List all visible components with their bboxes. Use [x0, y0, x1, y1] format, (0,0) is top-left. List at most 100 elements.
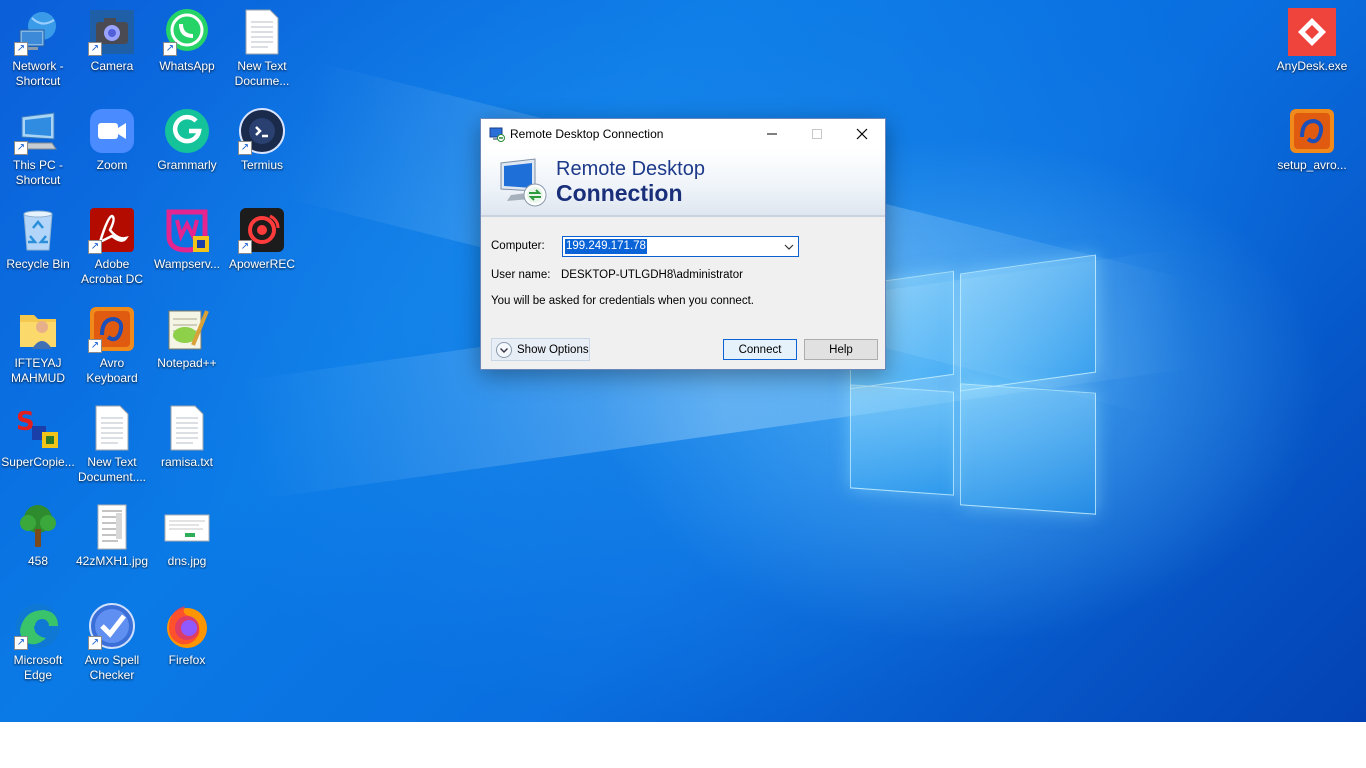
desktop-icon-termius[interactable]: ↗ Termius — [224, 101, 300, 197]
shortcut-arrow-icon: ↗ — [14, 636, 28, 650]
icon-label: Avro Spell Checker — [84, 653, 140, 682]
icon-label: ApowerREC — [228, 257, 296, 271]
desktop-icon-apowerrec[interactable]: ↗ ApowerREC — [224, 200, 300, 296]
text-file-icon — [163, 404, 211, 452]
desktop-icon-zoom[interactable]: Zoom — [74, 101, 150, 197]
desktop-icon-avro-spell-checker[interactable]: ↗ Avro Spell Checker — [74, 596, 150, 692]
banner-title-line2: Connection — [556, 180, 683, 206]
edge-icon: ↗ — [14, 602, 62, 650]
desktop-icon-edge[interactable]: ↗ Microsoft Edge — [0, 596, 76, 692]
icon-label: Grammarly — [157, 158, 217, 172]
icon-label: Termius — [240, 158, 283, 172]
wampserver-icon — [163, 206, 211, 254]
desktop-icon-avro-keyboard[interactable]: ↗ Avro Keyboard — [74, 299, 150, 395]
desktop-icon-anydesk[interactable]: AnyDesk.exe — [1274, 2, 1350, 98]
icon-label: SuperCopie... — [1, 455, 75, 469]
text-file-icon — [238, 8, 286, 56]
shortcut-arrow-icon: ↗ — [14, 141, 28, 155]
camera-icon: ↗ — [88, 8, 136, 56]
firefox-icon — [163, 602, 211, 650]
desktop-icon-this-pc[interactable]: ↗ This PC - Shortcut — [0, 101, 76, 197]
icon-label: IFTEYAJ MAHMUD — [11, 356, 65, 385]
minimize-icon — [767, 133, 777, 135]
icon-label: AnyDesk.exe — [1276, 59, 1348, 73]
computer-combobox[interactable]: 199.249.171.78 — [562, 236, 799, 257]
shortcut-arrow-icon: ↗ — [88, 339, 102, 353]
desktop-icon-user-folder[interactable]: IFTEYAJ MAHMUD — [0, 299, 76, 395]
shortcut-arrow-icon: ↗ — [238, 141, 252, 155]
logo-pane — [960, 383, 1096, 515]
supercopier-icon: S — [14, 404, 62, 452]
banner-title-line1: Remote Desktop — [556, 158, 705, 180]
rdc-monitor-icon — [497, 157, 549, 209]
maximize-icon — [812, 129, 822, 139]
shortcut-arrow-icon: ↗ — [88, 636, 102, 650]
desktop: ↗ Network - Shortcut ↗ This PC - Shortcu… — [0, 0, 1366, 722]
maximize-button[interactable] — [794, 119, 840, 149]
computer-input[interactable]: 199.249.171.78 — [565, 239, 647, 254]
desktop-icon-notepadpp[interactable]: Notepad++ — [149, 299, 225, 395]
desktop-icon-acrobat[interactable]: ↗ Adobe Acrobat DC — [74, 200, 150, 296]
help-button[interactable]: Help — [804, 339, 878, 360]
desktop-icon-new-text-document-2[interactable]: New Text Document.... — [74, 398, 150, 494]
desktop-icon-camera[interactable]: ↗ Camera — [74, 2, 150, 98]
grammarly-icon — [163, 107, 211, 155]
icon-label: Network - Shortcut — [12, 59, 64, 88]
computer-label: Computer: — [491, 240, 545, 252]
dropdown-button[interactable] — [780, 237, 798, 256]
anydesk-icon — [1288, 8, 1336, 56]
icon-label: 42zMXH1.jpg — [75, 554, 149, 568]
remote-desktop-connection-window: Remote Desktop Connection Remote Desktop… — [480, 118, 886, 370]
tree-icon — [14, 503, 62, 551]
icon-label: ramisa.txt — [160, 455, 213, 469]
image-file-icon — [163, 503, 211, 551]
desktop-icon-wampserver[interactable]: Wampserv... — [149, 200, 225, 296]
username-label: User name: — [491, 269, 551, 281]
recycle-bin-icon — [14, 206, 62, 254]
desktop-icon-grammarly[interactable]: Grammarly — [149, 101, 225, 197]
termius-icon: ↗ — [238, 107, 286, 155]
avro-setup-icon — [1288, 107, 1336, 155]
icon-label: Zoom — [96, 158, 128, 172]
minimize-button[interactable] — [749, 119, 795, 149]
icon-label: Recycle Bin — [6, 257, 70, 271]
avro-spell-checker-icon: ↗ — [88, 602, 136, 650]
desktop-icon-network-shortcut[interactable]: ↗ Network - Shortcut — [0, 2, 76, 98]
desktop-icon-ramisa-txt[interactable]: ramisa.txt — [149, 398, 225, 494]
text-file-icon — [88, 404, 136, 452]
desktop-icon-setup-avro[interactable]: setup_avro... — [1274, 101, 1350, 197]
desktop-icon-new-text-document-1[interactable]: New Text Docume... — [224, 2, 300, 98]
desktop-icon-recycle-bin[interactable]: Recycle Bin — [0, 200, 76, 296]
svg-text:S: S — [16, 407, 35, 437]
show-options-label: Show Options — [517, 343, 589, 356]
desktop-icon-supercopier[interactable]: S SuperCopie... — [0, 398, 76, 494]
username-value: DESKTOP-UTLGDH8\administrator — [561, 269, 743, 281]
icon-label: Adobe Acrobat DC — [80, 257, 144, 286]
desktop-icon-firefox[interactable]: Firefox — [149, 596, 225, 692]
desktop-icon-458[interactable]: 458 — [0, 497, 76, 593]
shortcut-arrow-icon: ↗ — [238, 240, 252, 254]
show-options-button[interactable]: Show Options — [491, 338, 590, 361]
icon-label: setup_avro... — [1277, 158, 1347, 172]
bottom-blank-area — [0, 722, 1366, 768]
connect-button[interactable]: Connect — [723, 339, 797, 360]
title-bar[interactable]: Remote Desktop Connection — [481, 119, 885, 149]
user-folder-icon — [14, 305, 62, 353]
logo-pane — [850, 384, 954, 496]
image-file-icon — [88, 503, 136, 551]
shortcut-arrow-icon: ↗ — [163, 42, 177, 56]
desktop-icon-whatsapp[interactable]: ↗ WhatsApp — [149, 2, 225, 98]
notepadpp-icon — [163, 305, 211, 353]
close-button[interactable] — [839, 119, 885, 149]
icon-label: Avro Keyboard — [86, 356, 138, 385]
zoom-icon — [88, 107, 136, 155]
desktop-icon-dns-jpg[interactable]: dns.jpg — [149, 497, 225, 593]
credentials-info-text: You will be asked for credentials when y… — [491, 295, 754, 307]
desktop-icon-42zmxh1[interactable]: 42zMXH1.jpg — [74, 497, 150, 593]
expand-circle-icon — [496, 341, 512, 358]
icon-label: Microsoft Edge — [13, 653, 63, 682]
icon-label: New Text Document.... — [77, 455, 147, 484]
shortcut-arrow-icon: ↗ — [14, 42, 28, 56]
network-icon: ↗ — [14, 8, 62, 56]
apowerrec-icon: ↗ — [238, 206, 286, 254]
